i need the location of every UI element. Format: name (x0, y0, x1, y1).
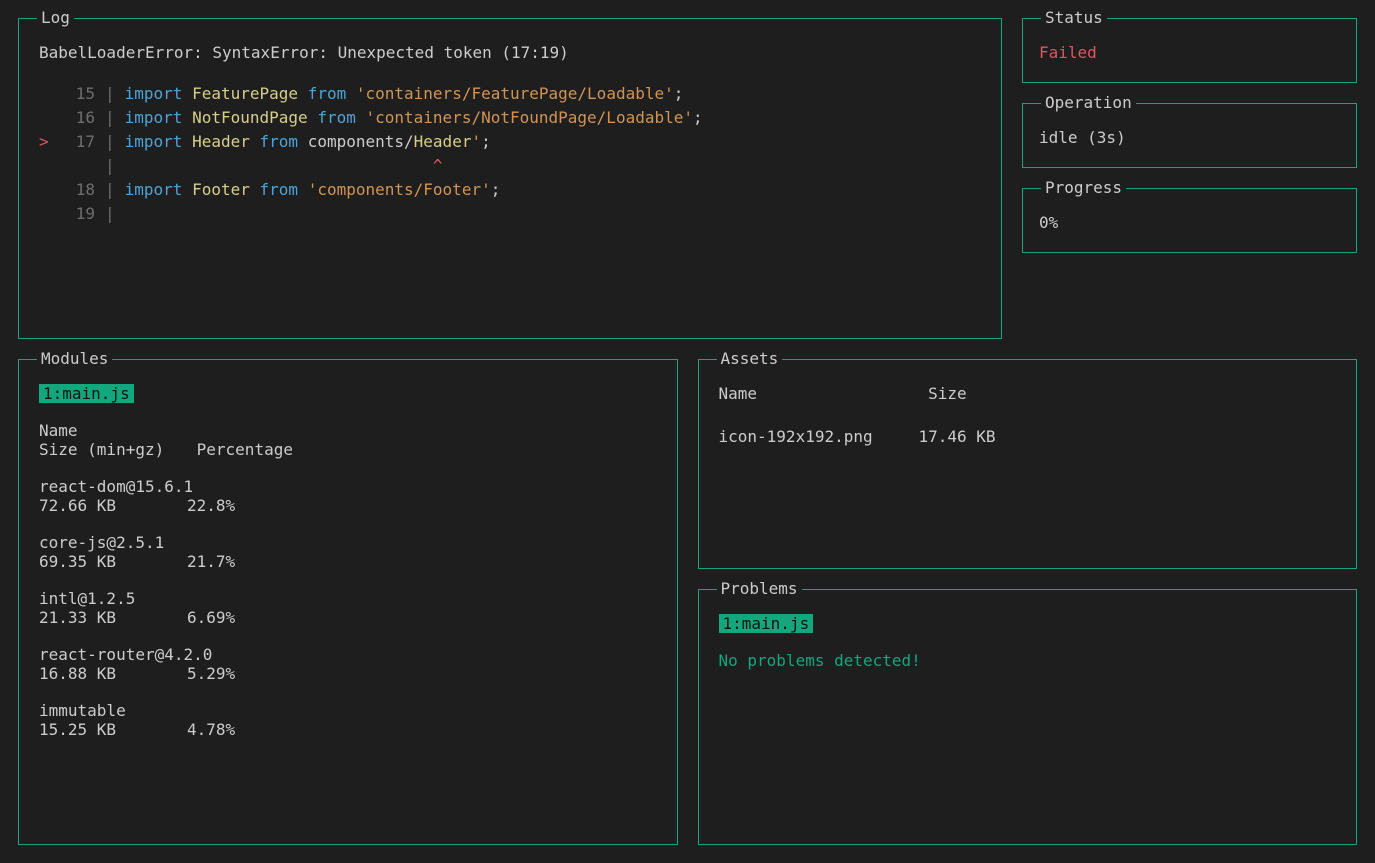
code-content: import NotFoundPage from 'containers/Not… (125, 106, 703, 130)
code-line: | ^ (39, 154, 981, 178)
asset-row: icon-192x192.png17.46 KB (719, 427, 1337, 446)
modules-header-row: Name Size (min+gz) Percentage (39, 421, 657, 459)
code-content: import FeaturePage from 'containers/Feat… (125, 82, 684, 106)
operation-title: Operation (1041, 93, 1136, 112)
log-panel: Log BabelLoaderError: SyntaxError: Unexp… (18, 18, 1002, 339)
code-content: ^ (125, 154, 443, 178)
modules-panel: Modules 1:main.js Name Size (min+gz) Per… (18, 359, 678, 846)
module-row: react-dom@15.6.172.66 KB22.8% (39, 477, 657, 515)
gutter-divider: | (95, 106, 125, 130)
code-content: import Footer from 'components/Footer'; (125, 178, 501, 202)
module-percentage: 22.8% (187, 496, 235, 515)
module-size: 72.66 KB (39, 496, 187, 515)
line-number: 15 (63, 82, 95, 106)
status-value: Failed (1039, 43, 1340, 62)
module-name: intl@1.2.5 (39, 589, 657, 608)
operation-value: idle (3s) (1039, 128, 1340, 147)
gutter-divider: | (95, 154, 125, 178)
line-number: 17 (63, 130, 95, 154)
modules-header-pct: Percentage (197, 440, 293, 459)
progress-panel: Progress 0% (1022, 188, 1357, 253)
module-percentage: 4.78% (187, 720, 235, 739)
module-percentage: 5.29% (187, 664, 235, 683)
module-row: react-router@4.2.016.88 KB5.29% (39, 645, 657, 683)
code-line: >17|import Header from components/Header… (39, 130, 981, 154)
line-number: 19 (63, 202, 95, 226)
modules-tag[interactable]: 1:main.js (39, 384, 134, 403)
code-content: import Header from components/Header'; (125, 130, 491, 154)
gutter-divider: | (95, 178, 125, 202)
module-size: 16.88 KB (39, 664, 187, 683)
asset-name: icon-192x192.png (719, 427, 919, 446)
problems-title: Problems (717, 579, 802, 598)
gutter-divider: | (95, 82, 125, 106)
assets-header-size: Size (928, 384, 967, 403)
progress-value: 0% (1039, 213, 1340, 232)
problems-panel: Problems 1:main.js No problems detected! (698, 589, 1358, 846)
module-name: react-dom@15.6.1 (39, 477, 657, 496)
modules-header-size: Size (min+gz) (39, 440, 187, 459)
line-number: 16 (63, 106, 95, 130)
modules-title: Modules (37, 349, 112, 368)
assets-title: Assets (717, 349, 783, 368)
asset-size: 17.46 KB (919, 427, 996, 446)
assets-panel: Assets Name Size icon-192x192.png17.46 K… (698, 359, 1358, 569)
problems-message: No problems detected! (719, 651, 1337, 670)
progress-title: Progress (1041, 178, 1126, 197)
module-name: immutable (39, 701, 657, 720)
error-header: BabelLoaderError: SyntaxError: Unexpecte… (39, 43, 981, 62)
code-block: 15|import FeaturePage from 'containers/F… (39, 82, 981, 226)
log-title: Log (37, 8, 74, 27)
gutter-marker: > (39, 130, 63, 154)
line-number: 18 (63, 178, 95, 202)
assets-header-row: Name Size (719, 384, 1337, 403)
operation-panel: Operation idle (3s) (1022, 103, 1357, 168)
module-percentage: 6.69% (187, 608, 235, 627)
module-row: core-js@2.5.169.35 KB21.7% (39, 533, 657, 571)
module-row: intl@1.2.521.33 KB6.69% (39, 589, 657, 627)
module-percentage: 21.7% (187, 552, 235, 571)
module-size: 69.35 KB (39, 552, 187, 571)
module-name: react-router@4.2.0 (39, 645, 657, 664)
gutter-divider: | (95, 130, 125, 154)
status-title: Status (1041, 8, 1107, 27)
module-row: immutable15.25 KB4.78% (39, 701, 657, 739)
code-line: 18|import Footer from 'components/Footer… (39, 178, 981, 202)
gutter-divider: | (95, 202, 125, 226)
code-line: 19| (39, 202, 981, 226)
module-name: core-js@2.5.1 (39, 533, 657, 552)
problems-tag[interactable]: 1:main.js (719, 614, 814, 633)
code-line: 15|import FeaturePage from 'containers/F… (39, 82, 981, 106)
status-panel: Status Failed (1022, 18, 1357, 83)
assets-header-name: Name (719, 384, 919, 403)
code-line: 16|import NotFoundPage from 'containers/… (39, 106, 981, 130)
modules-header-name: Name (39, 421, 78, 440)
module-size: 21.33 KB (39, 608, 187, 627)
module-size: 15.25 KB (39, 720, 187, 739)
